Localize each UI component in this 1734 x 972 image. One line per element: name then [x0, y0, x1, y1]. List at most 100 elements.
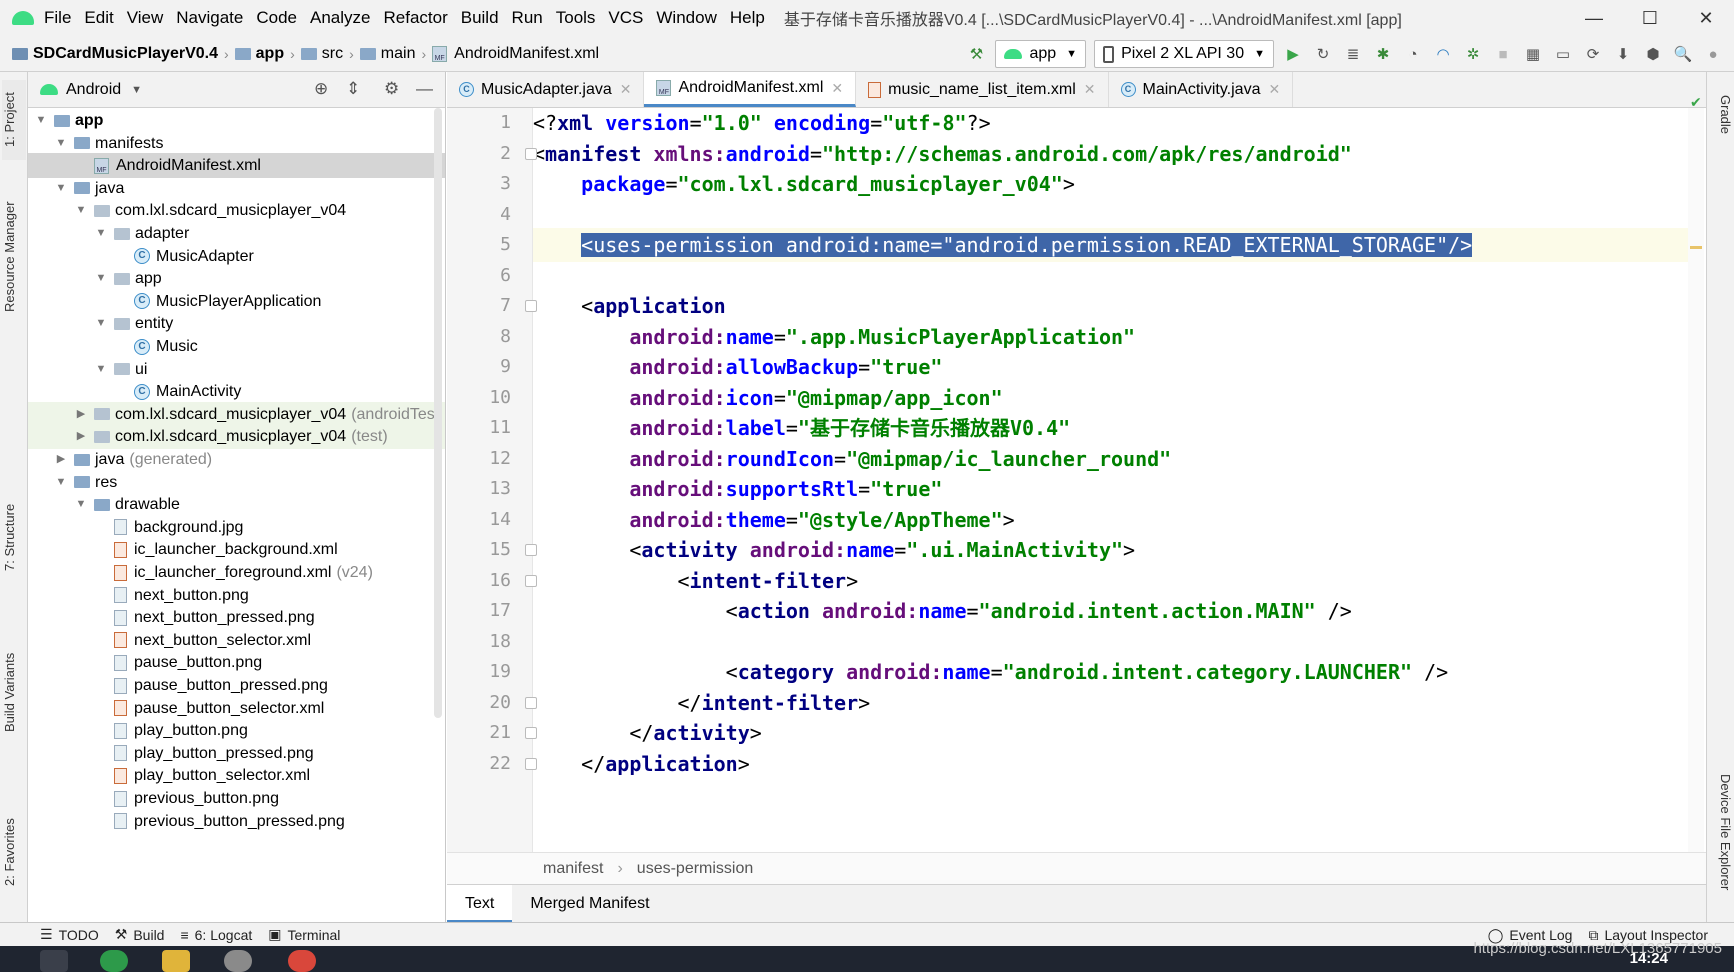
expand-down-icon[interactable]: ▼	[54, 131, 68, 156]
structure-tool-tab[interactable]: 7: Structure	[2, 482, 26, 592]
todo-tool-button[interactable]: ☰ TODO	[40, 926, 99, 943]
editor-tab[interactable]: C MainActivity.java ✕	[1109, 72, 1294, 107]
tree-node[interactable]: next_button_pressed.png	[28, 605, 445, 630]
tree-node[interactable]: play_button_selector.xml	[28, 763, 445, 788]
close-tab-icon[interactable]: ✕	[620, 81, 632, 98]
editor-tab[interactable]: C MusicAdapter.java ✕	[447, 72, 645, 107]
expand-down-icon[interactable]: ▼	[94, 357, 108, 382]
tree-node[interactable]: C MainActivity	[28, 379, 445, 404]
sdk-manager-icon[interactable]: ⬇	[1612, 43, 1634, 65]
search-icon[interactable]: 🔍	[1672, 43, 1694, 65]
menu-window[interactable]: Window	[656, 8, 716, 27]
resource-manager-tool-tab[interactable]: Resource Manager	[2, 187, 26, 327]
breadcrumb-item[interactable]: src	[300, 45, 343, 63]
locate-icon[interactable]: ⊕	[314, 79, 328, 99]
breadcrumb-item[interactable]: main	[359, 45, 415, 63]
menu-refactor[interactable]: Refactor	[383, 8, 447, 27]
fold-marker-icon[interactable]	[525, 757, 537, 770]
run-icon[interactable]: ▶	[1282, 43, 1304, 65]
fold-marker-icon[interactable]	[525, 574, 537, 587]
breadcrumb-item[interactable]: SDCardMusicPlayerV0.4	[12, 45, 218, 63]
collapse-all-icon[interactable]: ⇕	[346, 79, 360, 99]
tree-node[interactable]: previous_button.png	[28, 786, 445, 811]
fold-marker-icon[interactable]	[525, 696, 537, 709]
tree-node[interactable]: next_button_selector.xml	[28, 628, 445, 653]
task-view-icon[interactable]	[40, 950, 68, 972]
tree-node[interactable]: C MusicAdapter	[28, 244, 445, 269]
menu-build[interactable]: Build	[461, 8, 499, 27]
menu-analyze[interactable]: Analyze	[310, 8, 370, 27]
file-explorer-taskbar-icon[interactable]	[162, 950, 190, 972]
profiler-icon[interactable]: ◠	[1432, 43, 1454, 65]
tree-node[interactable]: pause_button.png	[28, 650, 445, 675]
run-config-select[interactable]: app ▼	[995, 40, 1087, 68]
fold-marker-icon[interactable]	[525, 727, 537, 739]
menu-edit[interactable]: Edit	[84, 8, 113, 27]
expand-right-icon[interactable]: ▶	[74, 402, 88, 427]
coverage-icon[interactable]: ◔	[1402, 43, 1424, 65]
apply-code-changes-icon[interactable]: ≣	[1342, 43, 1364, 65]
fold-marker-icon[interactable]	[525, 300, 537, 312]
breadcrumb-item[interactable]: MF AndroidManifest.xml	[432, 45, 599, 63]
attach-debugger-icon[interactable]: ✲	[1462, 43, 1484, 65]
menu-view[interactable]: View	[127, 8, 164, 27]
tree-node[interactable]: ▼ manifests	[28, 131, 445, 156]
tree-node[interactable]: ic_launcher_background.xml	[28, 537, 445, 562]
tree-node[interactable]: play_button.png	[28, 718, 445, 743]
expand-down-icon[interactable]: ▼	[94, 311, 108, 336]
tree-node[interactable]: ▼ com.lxl.sdcard_musicplayer_v04	[28, 198, 445, 223]
expand-right-icon[interactable]: ▶	[54, 447, 68, 472]
tree-node[interactable]: ▶ com.lxl.sdcard_musicplayer_v04 (androidT…	[28, 401, 445, 427]
project-tool-tab[interactable]: 1: Project	[2, 80, 26, 160]
project-scrollbar[interactable]	[434, 108, 442, 718]
tree-node[interactable]: ▼ drawable	[28, 492, 445, 517]
editor-scrollbar[interactable]: ✔	[1688, 94, 1704, 852]
terminal-tool-button[interactable]: ▣ Terminal	[268, 926, 340, 943]
tree-node[interactable]: ▼ ui	[28, 357, 445, 382]
maximize-button[interactable]: ☐	[1622, 0, 1678, 36]
menu-navigate[interactable]: Navigate	[176, 8, 243, 27]
device-select[interactable]: Pixel 2 XL API 30 ▼	[1094, 40, 1274, 68]
breadcrumb-uses-permission[interactable]: uses-permission	[637, 860, 753, 878]
device-file-explorer-tool-tab[interactable]: Device File Explorer	[1709, 752, 1733, 912]
tree-node[interactable]: ▼ java	[28, 176, 445, 201]
project-structure-icon[interactable]: ▦	[1522, 43, 1544, 65]
fold-marker-icon[interactable]	[525, 147, 537, 160]
chrome-taskbar-icon[interactable]	[288, 950, 316, 972]
tab-merged-manifest[interactable]: Merged Manifest	[512, 885, 667, 923]
tree-node[interactable]: ▶ java (generated)	[28, 447, 445, 472]
app-taskbar-icon[interactable]	[224, 950, 252, 972]
gradle-tool-tab[interactable]: Gradle	[1709, 80, 1733, 150]
tree-node[interactable]: C MusicPlayerApplication	[28, 289, 445, 314]
menu-vcs[interactable]: VCS	[608, 8, 643, 27]
menu-tools[interactable]: Tools	[556, 8, 596, 27]
breadcrumb-item[interactable]: app	[234, 45, 284, 63]
build-tool-button[interactable]: ⚒ Build	[115, 926, 165, 943]
minimize-button[interactable]: —	[1566, 0, 1622, 36]
editor-tab[interactable]: music_name_list_item.xml ✕	[856, 72, 1109, 107]
menu-file[interactable]: File	[44, 8, 71, 27]
expand-down-icon[interactable]: ▼	[74, 198, 88, 223]
tree-node[interactable]: ic_launcher_foreground.xml (v24)	[28, 560, 445, 585]
hide-panel-icon[interactable]: —	[416, 79, 433, 99]
expand-down-icon[interactable]: ▼	[34, 108, 48, 133]
chevron-down-icon[interactable]: ▼	[131, 84, 142, 96]
expand-right-icon[interactable]: ▶	[74, 424, 88, 449]
expand-down-icon[interactable]: ▼	[54, 470, 68, 495]
tree-node[interactable]: ▼ app	[28, 266, 445, 291]
expand-down-icon[interactable]: ▼	[54, 176, 68, 201]
project-view-selector[interactable]: Android	[66, 81, 121, 99]
fold-marker-icon[interactable]	[525, 544, 537, 556]
breadcrumb-manifest[interactable]: manifest	[543, 860, 603, 878]
tree-node[interactable]: previous_button_pressed.png	[28, 809, 445, 834]
plugin-icon[interactable]: ⬢	[1642, 43, 1664, 65]
close-tab-icon[interactable]: ✕	[1268, 81, 1280, 98]
tree-node[interactable]: play_button_pressed.png	[28, 741, 445, 766]
expand-down-icon[interactable]: ▼	[74, 492, 88, 517]
expand-down-icon[interactable]: ▼	[94, 221, 108, 246]
tree-node[interactable]: ▼ app	[28, 108, 445, 133]
debug-icon[interactable]: ✱	[1372, 43, 1394, 65]
tree-node[interactable]: ▼ entity	[28, 311, 445, 336]
tree-node[interactable]: ▼ adapter	[28, 221, 445, 246]
tab-text[interactable]: Text	[447, 884, 513, 923]
